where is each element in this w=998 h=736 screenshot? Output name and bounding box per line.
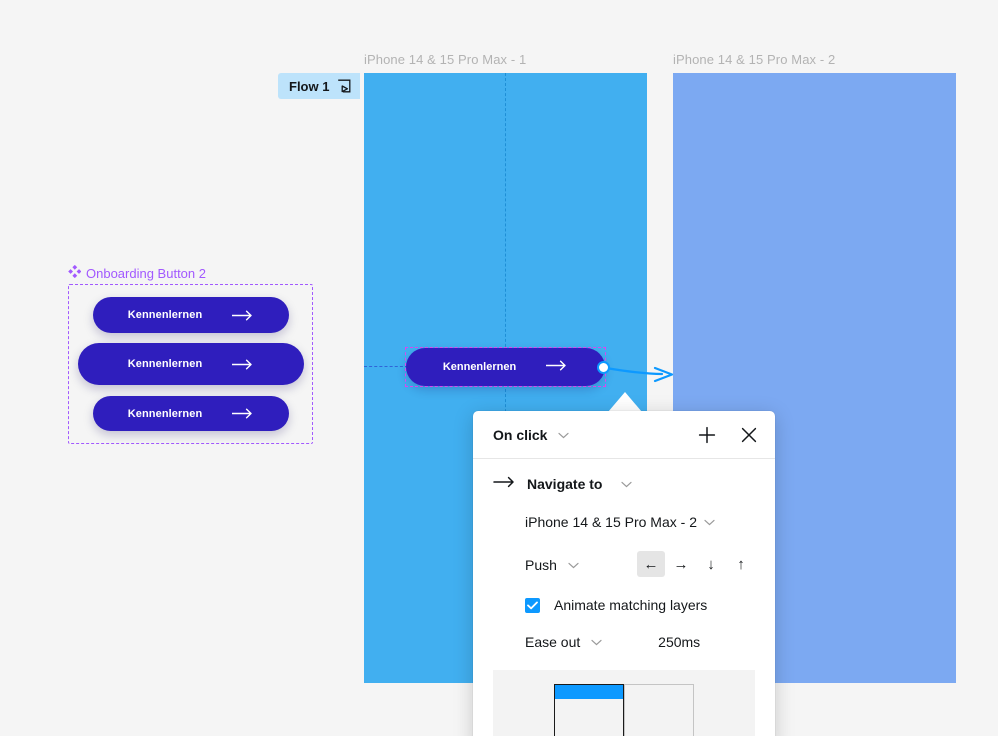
flow-starting-point-badge[interactable]: Flow 1 <box>278 73 361 99</box>
direction-left-button[interactable]: ← <box>637 551 665 577</box>
button-label: Kennenlernen <box>127 358 203 370</box>
component-set-label-group[interactable]: Onboarding Button 2 <box>68 264 206 281</box>
chevron-down-icon <box>568 556 579 572</box>
preview-card-next <box>624 684 694 736</box>
animation-value: Push <box>525 556 557 573</box>
arrow-right-icon <box>232 310 254 321</box>
chevron-down-icon <box>621 475 633 493</box>
duration-input[interactable]: 250ms <box>658 634 700 650</box>
direction-up-button[interactable]: ↑ <box>727 551 755 577</box>
horizontal-measure-guide <box>364 366 408 367</box>
destination-row[interactable]: iPhone 14 & 15 Pro Max - 2 <box>493 513 755 531</box>
chevron-down-icon <box>591 633 602 649</box>
arrow-right-icon <box>545 358 568 376</box>
animate-matching-layers-label: Animate matching layers <box>554 597 708 613</box>
animate-matching-layers-checkbox[interactable] <box>525 597 540 613</box>
frame-label-1[interactable]: iPhone 14 & 15 Pro Max - 1 <box>364 52 526 67</box>
component-set-icon <box>68 264 82 281</box>
preview-card-active-bar <box>555 685 623 699</box>
easing-dropdown[interactable]: Ease out <box>525 633 602 650</box>
component-set-name: Onboarding Button 2 <box>86 265 206 281</box>
destination-value: iPhone 14 & 15 Pro Max - 2 <box>525 514 697 530</box>
direction-right-button[interactable]: → <box>667 551 695 577</box>
trigger-dropdown[interactable]: On click <box>493 426 569 443</box>
action-row[interactable]: Navigate to <box>493 475 755 493</box>
interaction-details-panel[interactable]: On click Navigate to iPhone 14 & 15 Pro … <box>473 411 775 736</box>
preview-card-active <box>554 684 624 736</box>
arrow-up-icon: ↑ <box>737 555 745 573</box>
direction-button-group: ← → ↓ ↑ <box>637 551 755 577</box>
panel-header-actions <box>697 425 759 445</box>
button-label: Kennenlernen <box>127 309 203 321</box>
easing-preview <box>493 670 755 736</box>
frame-label-2[interactable]: iPhone 14 & 15 Pro Max - 2 <box>673 52 835 67</box>
action-label: Navigate to <box>527 476 603 492</box>
easing-row: Ease out 250ms <box>493 633 755 651</box>
animation-dropdown[interactable]: Push <box>525 556 579 573</box>
panel-header: On click <box>473 411 775 459</box>
button-label: Kennenlernen <box>442 361 517 373</box>
arrow-down-icon: ↓ <box>707 555 715 573</box>
easing-value: Ease out <box>525 634 581 650</box>
panel-body: Navigate to iPhone 14 & 15 Pro Max - 2 P… <box>473 459 775 650</box>
animate-matching-layers-row[interactable]: Animate matching layers <box>493 597 755 613</box>
component-variant-button-2[interactable]: Kennenlernen <box>78 343 304 385</box>
direction-down-button[interactable]: ↓ <box>697 551 725 577</box>
panel-pointer-arrow <box>608 392 642 412</box>
connector-start-handle[interactable] <box>597 361 610 374</box>
component-variant-button-3[interactable]: Kennenlernen <box>93 396 289 431</box>
selected-button-instance[interactable]: Kennenlernen <box>406 348 605 386</box>
trigger-label: On click <box>493 427 548 443</box>
chevron-down-icon <box>704 513 715 531</box>
arrow-right-icon <box>493 475 515 493</box>
chevron-down-icon <box>558 426 569 442</box>
arrow-right-icon <box>232 408 254 419</box>
flow-label: Flow 1 <box>289 78 330 94</box>
design-canvas[interactable]: iPhone 14 & 15 Pro Max - 1 iPhone 14 & 1… <box>0 0 998 736</box>
component-variant-button-1[interactable]: Kennenlernen <box>93 297 289 333</box>
animation-row: Push ← → ↓ ↑ <box>493 551 755 577</box>
button-label: Kennenlernen <box>127 407 203 420</box>
preview-cards <box>554 684 694 736</box>
present-play-icon[interactable] <box>337 79 351 93</box>
arrow-left-icon: ← <box>643 555 659 573</box>
arrow-right-icon: → <box>673 555 689 573</box>
arrow-right-icon <box>232 359 254 370</box>
close-icon[interactable] <box>739 425 759 445</box>
add-interaction-button[interactable] <box>697 425 717 445</box>
